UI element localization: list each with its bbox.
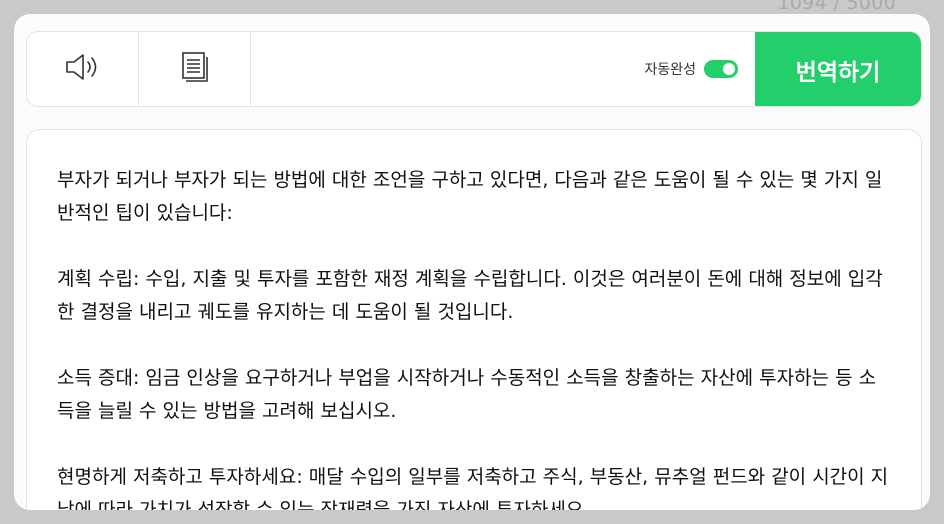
copy-document-icon xyxy=(178,50,212,88)
translate-button[interactable]: 번역하기 xyxy=(755,32,921,106)
result-paragraph: 계획 수립: 수입, 지출 및 투자를 포함한 재정 계획을 수립합니다. 이것… xyxy=(57,268,883,323)
listen-button[interactable] xyxy=(27,32,139,106)
translation-result: 부자가 되거나 부자가 되는 방법에 대한 조언을 구하고 있다면, 다음과 같… xyxy=(26,129,922,510)
result-paragraph: 현명하게 저축하고 투자하세요: 매달 수입의 일부를 저축하고 주식, 부동산… xyxy=(57,466,889,510)
speaker-icon xyxy=(64,52,102,86)
result-paragraph: 소득 증대: 임금 인상을 요구하거나 부업을 시작하거나 수동적인 소득을 창… xyxy=(57,367,877,422)
autocomplete-control: 자동완성 xyxy=(644,32,738,106)
autocomplete-toggle[interactable] xyxy=(704,60,738,78)
output-toolbar: 자동완성 번역하기 xyxy=(26,31,922,107)
result-paragraph: 부자가 되거나 부자가 되는 방법에 대한 조언을 구하고 있다면, 다음과 같… xyxy=(57,169,883,224)
character-count: 1094 / 5000 xyxy=(777,0,896,14)
autocomplete-label: 자동완성 xyxy=(644,62,696,78)
toggle-knob xyxy=(723,63,735,75)
copy-button[interactable] xyxy=(139,32,251,106)
translation-output-panel: 자동완성 번역하기 부자가 되거나 부자가 되는 방법에 대한 조언을 구하고 … xyxy=(14,14,930,510)
